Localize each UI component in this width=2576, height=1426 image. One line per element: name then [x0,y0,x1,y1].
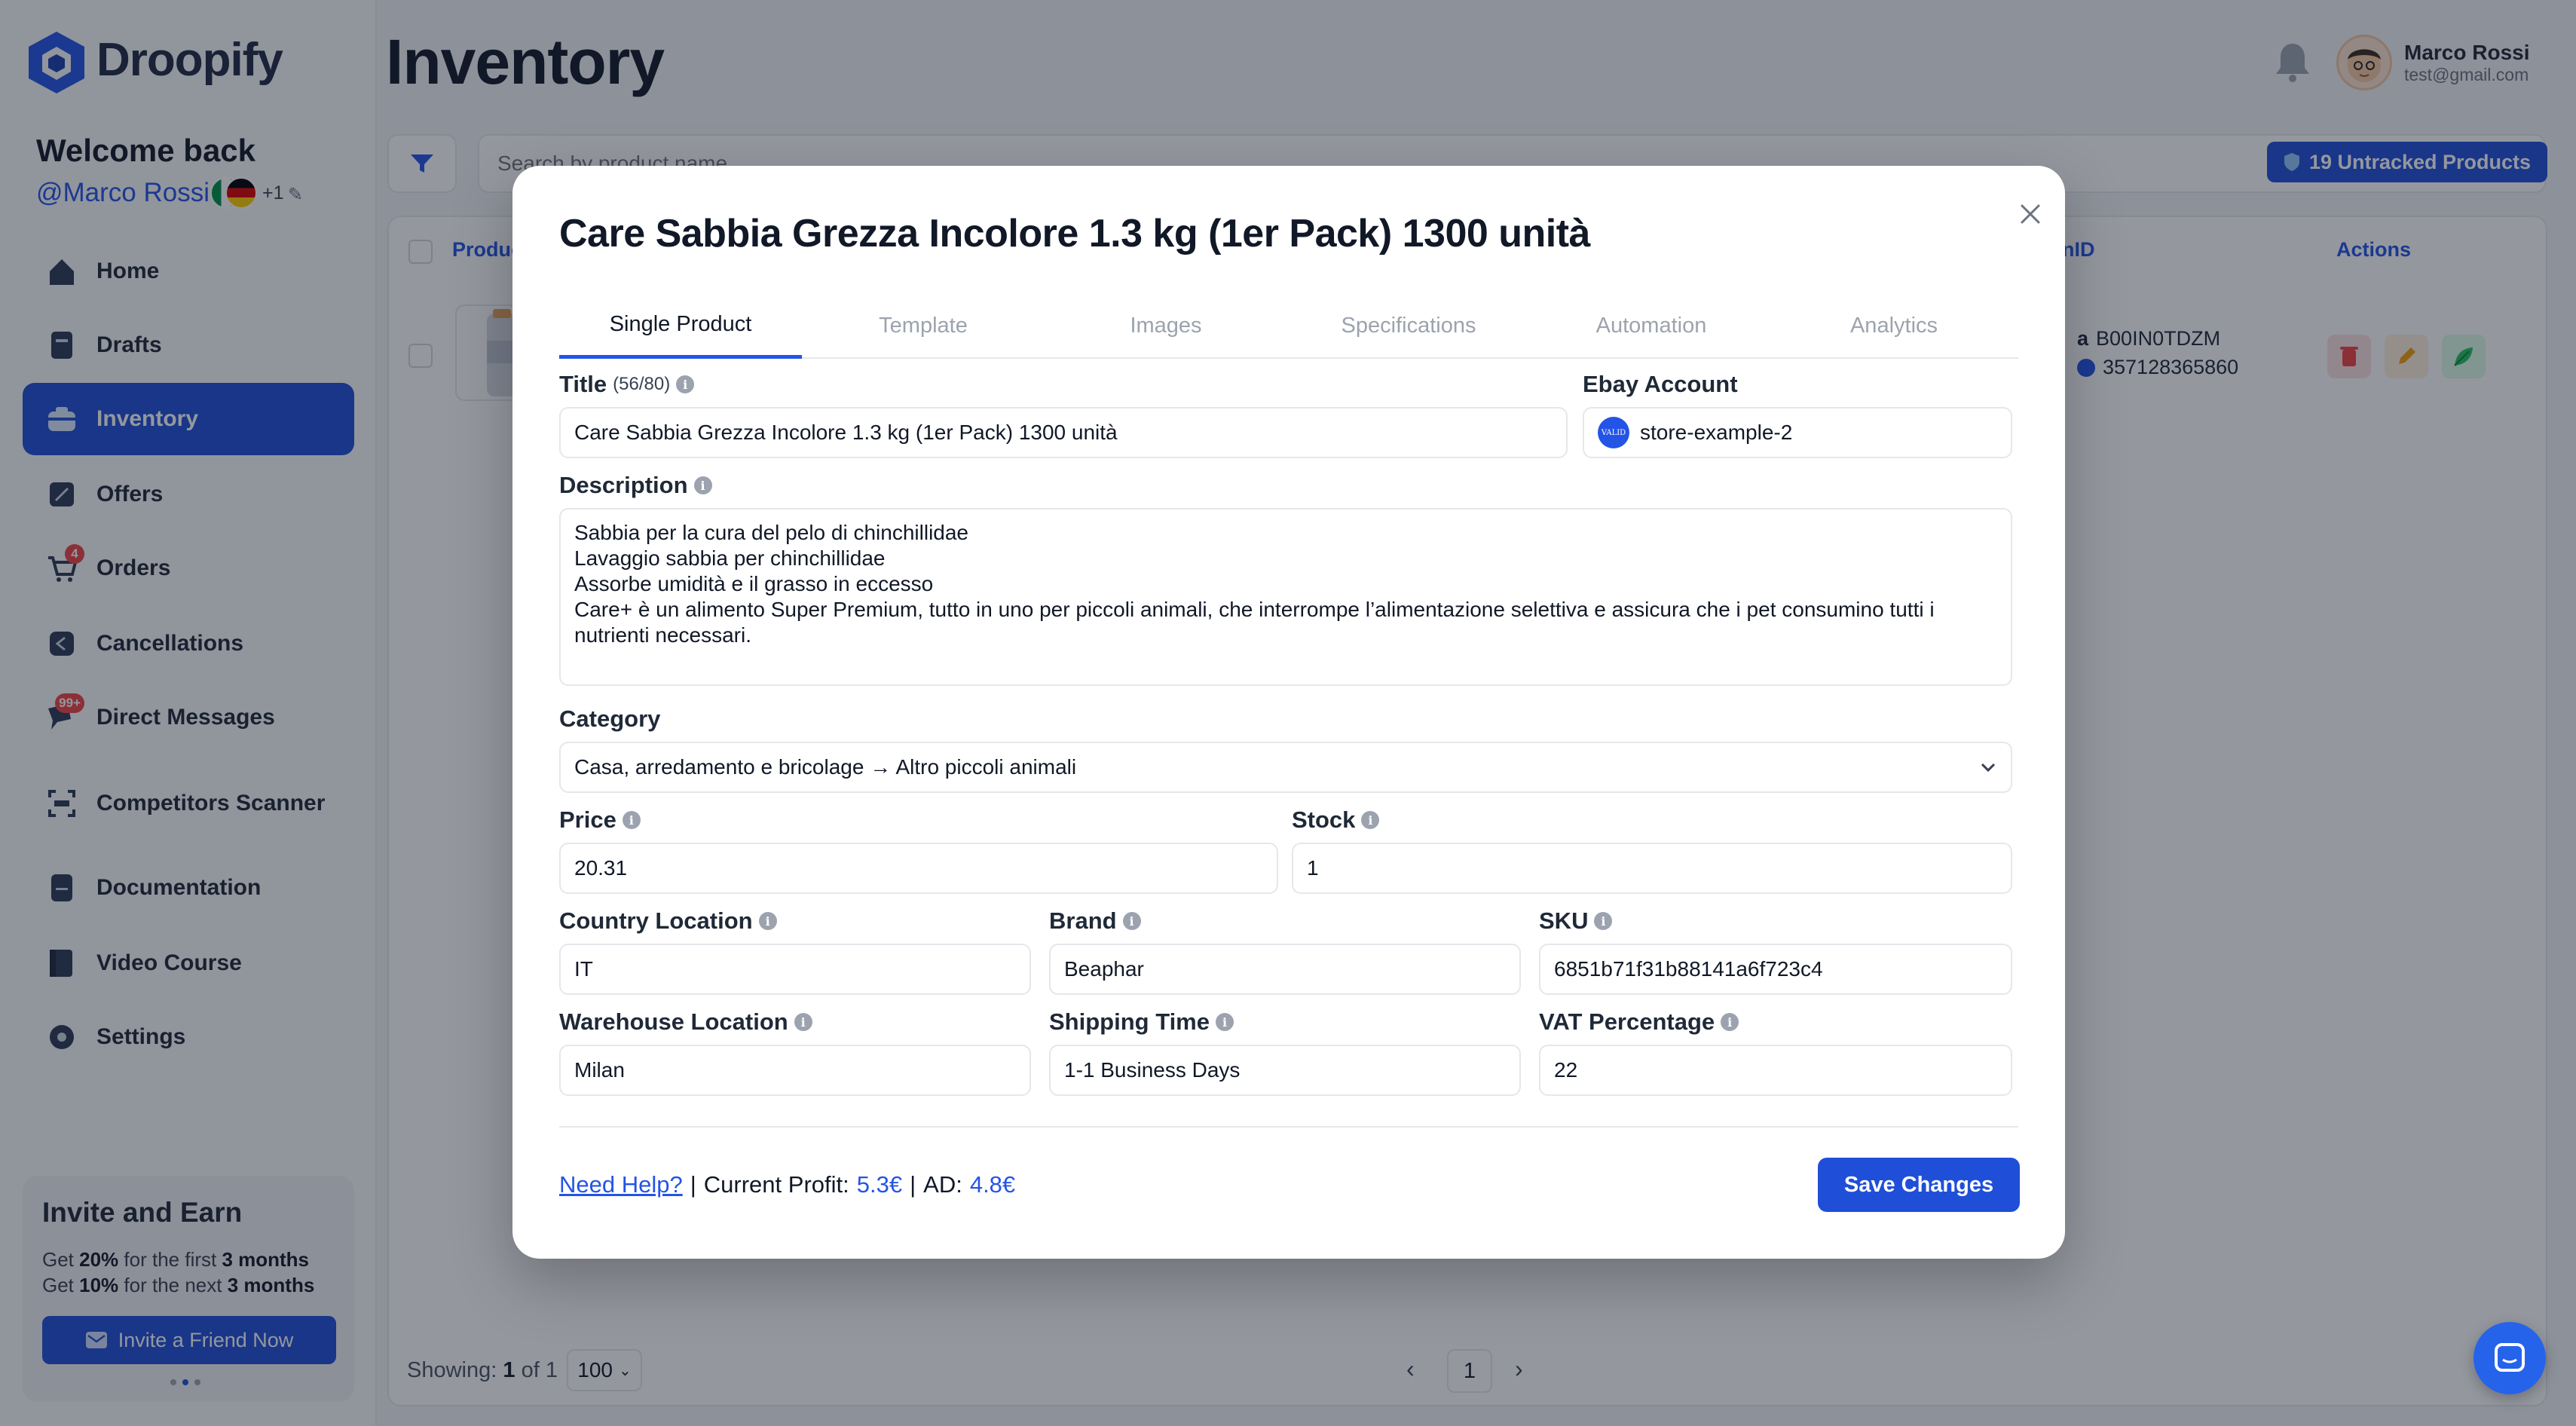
current-profit-value: 5.3€ [856,1171,903,1198]
sku-label: SKU i [1539,907,1613,935]
title-input[interactable] [559,407,1568,458]
tab-specifications[interactable]: Specifications [1287,294,1530,357]
category-label: Category [559,705,661,732]
need-help-link[interactable]: Need Help? [559,1171,683,1198]
shipping-time-label: Shipping Time i [1049,1008,1234,1036]
stock-input[interactable] [1292,843,2012,894]
category-value: Casa, arredamento e bricolage → Altro pi… [574,755,1077,779]
current-profit-label: Current Profit: [703,1171,849,1198]
warehouse-location-label: Warehouse Location i [559,1008,812,1036]
brand-label: Brand i [1049,907,1141,935]
info-icon[interactable]: i [1122,912,1141,930]
stock-label: Stock i [1292,806,1380,834]
shipping-time-input[interactable] [1049,1045,1521,1096]
chat-support-button[interactable] [2474,1322,2546,1394]
sku-input[interactable] [1539,944,2012,995]
ad-value: 4.8€ [969,1171,1016,1198]
info-icon[interactable]: i [693,476,712,494]
price-input[interactable] [559,843,1278,894]
info-icon[interactable]: i [1721,1013,1739,1031]
ebay-account-select[interactable]: VALID store-example-2 [1583,407,2012,458]
title-char-count: (56/80) [613,374,671,394]
ad-label: AD: [923,1171,962,1198]
info-icon[interactable]: i [1361,811,1380,829]
separator: | [690,1171,696,1198]
ebay-account-label: Ebay Account [1583,371,1738,397]
vat-percentage-input[interactable] [1539,1045,2012,1096]
chat-icon [2495,1343,2525,1372]
ebay-account-value: store-example-2 [1640,421,1793,444]
edit-product-modal: Care Sabbia Grezza Incolore 1.3 kg (1er … [512,166,2065,1259]
brand-input[interactable] [1049,944,1521,995]
tab-automation[interactable]: Automation [1530,294,1773,357]
category-select[interactable]: Casa, arredamento e bricolage → Altro pi… [559,742,2012,793]
price-label: Price i [559,806,641,834]
vat-percentage-label: VAT Percentage i [1539,1008,1739,1036]
info-icon[interactable]: i [758,912,777,930]
chevron-down-icon [1981,763,1996,773]
info-icon[interactable]: i [622,811,641,829]
info-icon[interactable]: i [1216,1013,1234,1031]
separator: | [910,1171,916,1198]
store-avatar-icon: VALID [1598,417,1629,448]
modal-footer-divider [559,1126,2018,1128]
close-icon [2021,204,2040,224]
warehouse-location-input[interactable] [559,1045,1031,1096]
profit-summary: Need Help? | Current Profit: 5.3€ | AD: … [559,1171,1015,1198]
country-location-label: Country Location i [559,907,777,935]
title-label: Title (56/80) i [559,371,695,398]
tab-template[interactable]: Template [802,294,1045,357]
country-location-input[interactable] [559,944,1031,995]
tab-analytics[interactable]: Analytics [1773,294,2015,357]
tab-single-product[interactable]: Single Product [559,294,802,359]
info-icon[interactable]: i [1594,912,1613,930]
tab-images[interactable]: Images [1045,294,1287,357]
description-textarea[interactable]: Sabbia per la cura del pelo di chinchill… [559,508,2012,686]
modal-title: Care Sabbia Grezza Incolore 1.3 kg (1er … [559,212,1590,256]
description-label: Description i [559,472,712,499]
info-icon[interactable]: i [676,375,695,393]
save-changes-button[interactable]: Save Changes [1818,1158,2020,1212]
info-icon[interactable]: i [794,1013,812,1031]
modal-tabs: Single Product Template Images Specificatio… [559,294,2018,359]
close-button[interactable] [2008,191,2053,237]
